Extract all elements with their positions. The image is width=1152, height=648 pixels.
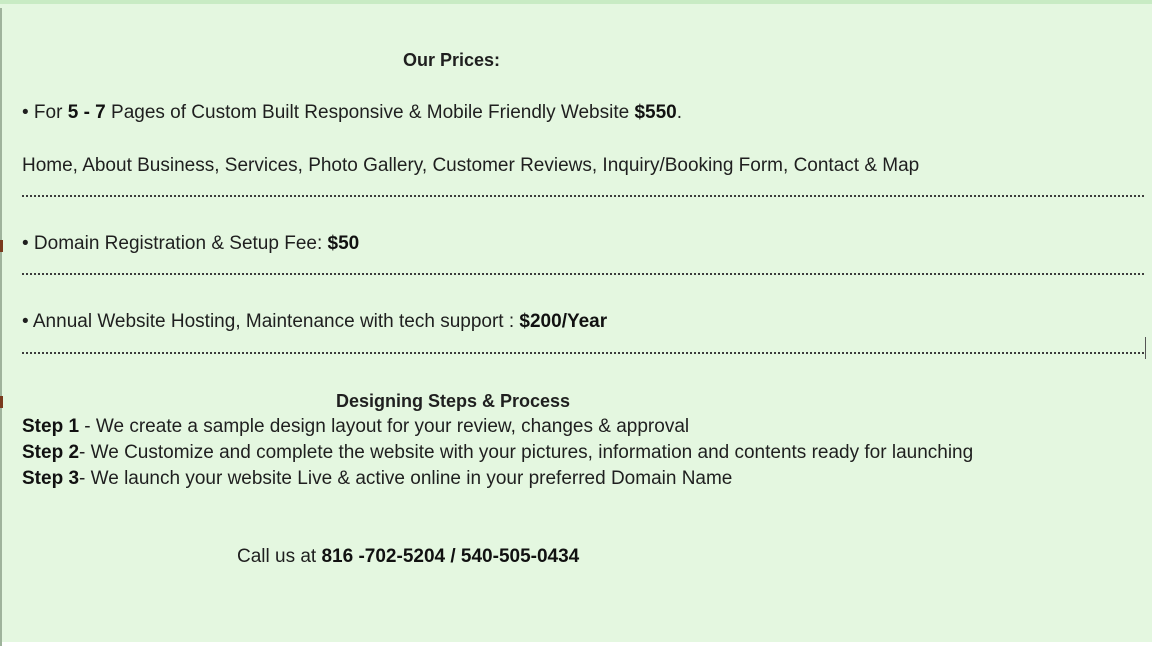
dotted-divider — [22, 273, 1144, 275]
step-item: Step 2- We Customize and complete the we… — [22, 440, 1132, 466]
contact-prefix: Call us at — [237, 546, 322, 567]
contact-line: Call us at 816 -702-5204 / 540-505-0434 — [237, 545, 579, 569]
domain-price-line: • Domain Registration & Setup Fee: $50 — [22, 232, 359, 256]
text-cursor — [1145, 337, 1146, 359]
process-title: Designing Steps & Process — [336, 391, 571, 411]
phone-numbers: 816 -702-5204 / 540-505-0434 — [321, 546, 580, 567]
pages-range: 5 - 7 — [67, 102, 106, 123]
pages-prefix: • For — [22, 102, 68, 123]
website-price: $550 — [634, 102, 677, 123]
step-text: - We launch your website Live & active o… — [79, 468, 733, 489]
dotted-divider — [22, 195, 1144, 197]
dotted-divider — [22, 352, 1144, 354]
step-label: Step 1 — [22, 416, 80, 437]
process-steps: Step 1 - We create a sample design layou… — [22, 414, 1132, 492]
pages-price-line: • For 5 - 7 Pages of Custom Built Respon… — [22, 101, 682, 125]
left-edge-mark — [0, 240, 3, 252]
domain-label: • Domain Registration & Setup Fee: — [22, 233, 328, 254]
domain-price: $50 — [327, 233, 360, 254]
step-text: - We create a sample design layout for y… — [79, 416, 690, 437]
left-edge-mark — [0, 396, 3, 408]
hosting-price-line: • Annual Website Hosting, Maintenance wi… — [22, 310, 607, 334]
step-item: Step 1 - We create a sample design layou… — [22, 414, 1132, 440]
pages-suffix: . — [676, 102, 683, 123]
pages-description: Pages of Custom Built Responsive & Mobil… — [105, 102, 635, 123]
prices-title: Our Prices: — [403, 50, 501, 70]
pages-list: Home, About Business, Services, Photo Ga… — [22, 155, 920, 176]
step-item: Step 3- We launch your website Live & ac… — [22, 466, 1132, 492]
step-text: - We Customize and complete the website … — [79, 442, 974, 463]
step-label: Step 3 — [22, 468, 80, 489]
step-label: Step 2 — [22, 442, 80, 463]
pricing-panel: Our Prices: • For 5 - 7 Pages of Custom … — [0, 0, 1152, 646]
hosting-label: • Annual Website Hosting, Maintenance wi… — [22, 311, 520, 332]
left-border — [0, 8, 2, 646]
hosting-price: $200/Year — [519, 311, 608, 332]
